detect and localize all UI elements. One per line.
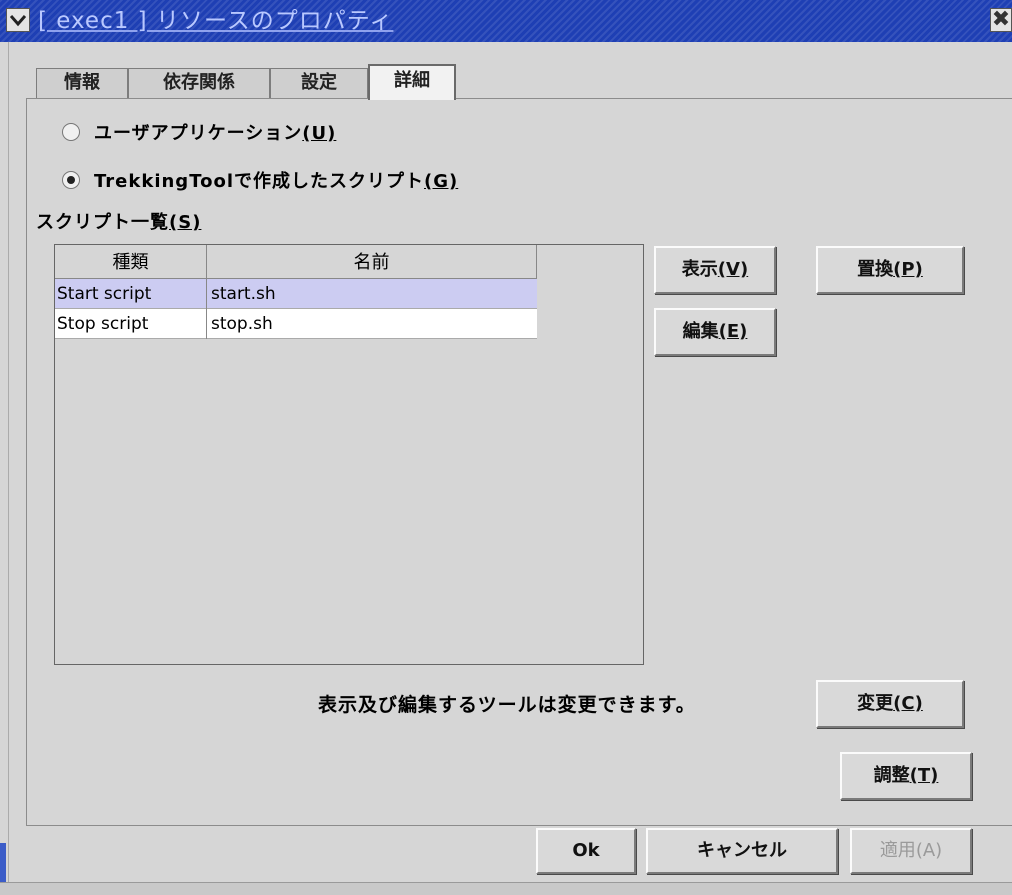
view-button[interactable]: 表示(V)	[654, 246, 776, 294]
chevron-down-icon	[10, 15, 26, 27]
cell-type: Stop script	[55, 309, 207, 339]
script-table[interactable]: 種類 名前 Start script start.sh Stop script …	[54, 244, 644, 665]
properties-dialog: [ exec1 ] リソースのプロパティ ✖ 情報 依存関係 設定 詳細 ユーザ…	[0, 0, 1012, 895]
tune-button[interactable]: 調整(T)	[840, 752, 972, 800]
ok-button[interactable]: Ok	[536, 828, 636, 874]
radio-user-application[interactable]: ユーザアプリケーション(U)	[62, 118, 336, 146]
tab-dependencies[interactable]: 依存関係	[128, 68, 270, 98]
cell-name: stop.sh	[211, 314, 273, 334]
title-bar[interactable]: [ exec1 ] リソースのプロパティ ✖	[0, 0, 1012, 42]
table-row-start-script[interactable]: Start script start.sh	[55, 279, 537, 309]
cell-name: start.sh	[211, 284, 276, 304]
radio-trekking-tool-script-label: TrekkingToolで作成したスクリプト(G)	[94, 171, 459, 192]
window-title: [ exec1 ] リソースのプロパティ	[38, 8, 394, 34]
window-menu-button[interactable]	[6, 8, 30, 32]
tool-change-info-text: 表示及び編集するツールは変更できます。	[318, 694, 696, 716]
column-header-name[interactable]: 名前	[207, 245, 537, 279]
change-button[interactable]: 変更(C)	[816, 680, 964, 728]
script-list-label: スクリプト一覧(S)	[36, 212, 202, 233]
radio-button[interactable]	[62, 123, 80, 141]
close-icon[interactable]: ✖	[990, 8, 1012, 32]
radio-trekking-tool-script[interactable]: TrekkingToolで作成したスクリプト(G)	[62, 166, 458, 194]
edit-button[interactable]: 編集(E)	[654, 308, 776, 356]
cancel-button[interactable]: キャンセル	[646, 828, 838, 874]
replace-button[interactable]: 置換(P)	[816, 246, 964, 294]
tab-settings[interactable]: 設定	[270, 68, 368, 98]
table-row-stop-script[interactable]: Stop script stop.sh	[55, 309, 537, 339]
window-frame-bottom	[0, 882, 1012, 895]
column-header-type[interactable]: 種類	[55, 245, 207, 279]
cell-type: Start script	[55, 279, 207, 309]
radio-user-application-label: ユーザアプリケーション(U)	[94, 123, 337, 144]
apply-button[interactable]: 適用(A)	[850, 828, 972, 874]
tab-info[interactable]: 情報	[36, 68, 128, 98]
window-frame-left	[0, 42, 9, 894]
tab-details[interactable]: 詳細	[368, 64, 456, 100]
radio-button-checked[interactable]	[62, 171, 80, 189]
